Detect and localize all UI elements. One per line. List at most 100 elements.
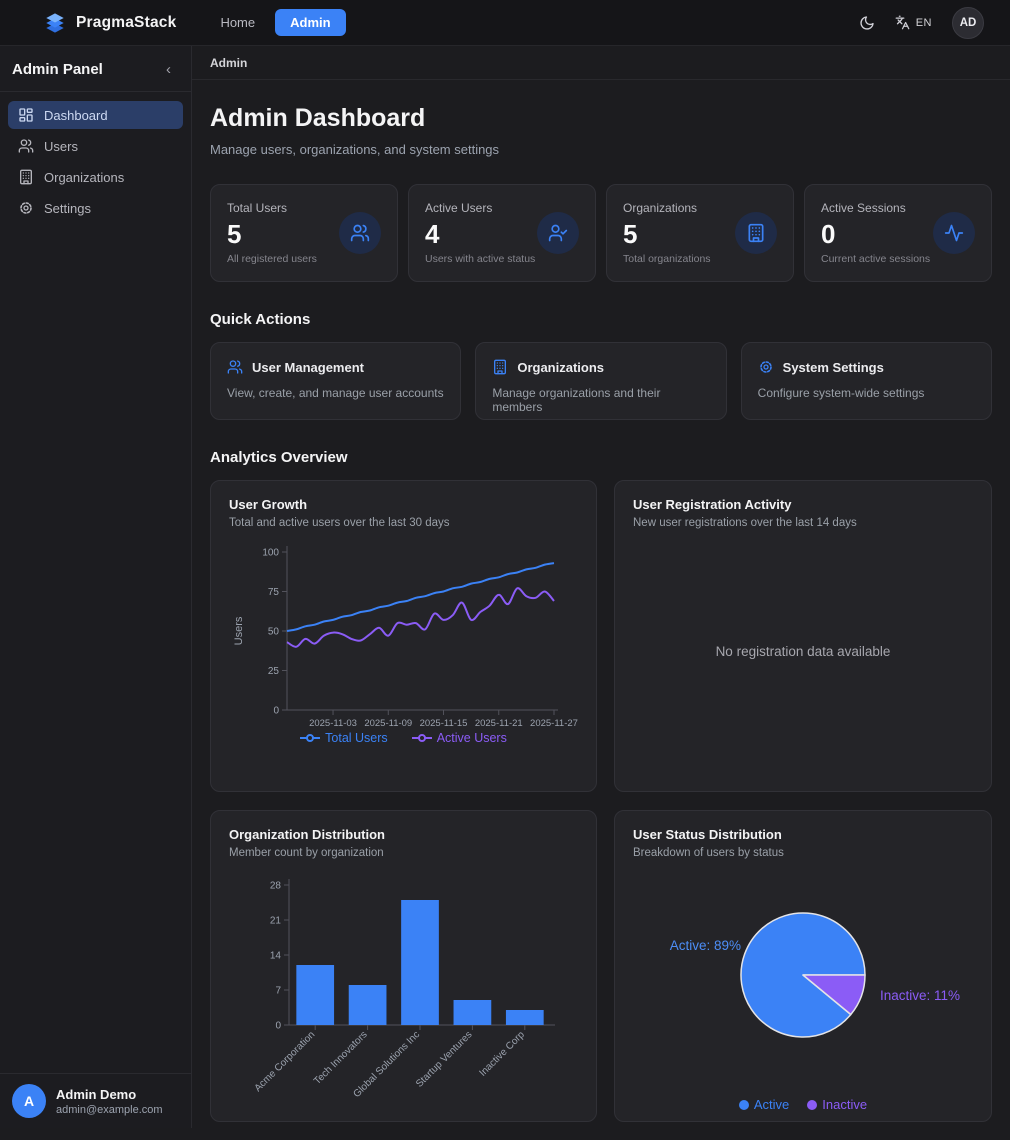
legend-item-active-users[interactable]: Active Users	[412, 731, 507, 745]
pie-label-active: Active: 89%	[633, 938, 741, 953]
stat-value: 5	[623, 220, 711, 249]
svg-text:Startup Ventures: Startup Ventures	[414, 1029, 474, 1089]
stat-label: Active Sessions	[821, 201, 930, 215]
user-menu-avatar[interactable]: AD	[952, 7, 984, 39]
sidebar-item-organizations[interactable]: Organizations	[8, 163, 183, 191]
analytics-heading: Analytics Overview	[210, 449, 992, 466]
breadcrumb: Admin	[192, 46, 1010, 80]
svg-text:Tech Innovators: Tech Innovators	[312, 1029, 370, 1087]
chart-title: User Growth	[229, 497, 578, 512]
svg-text:Inactive Corp: Inactive Corp	[477, 1029, 527, 1079]
stat-card-total-users: Total Users 5 All registered users	[210, 184, 398, 282]
svg-text:2025-11-21: 2025-11-21	[475, 718, 523, 727]
action-description: Manage organizations and their members	[492, 386, 709, 414]
legend-item-total-users[interactable]: Total Users	[300, 731, 388, 745]
quick-actions-grid: User Management View, create, and manage…	[210, 342, 992, 420]
svg-text:25: 25	[268, 666, 280, 677]
line-chart-svg: 02550751002025-11-032025-11-092025-11-15…	[229, 535, 578, 727]
top-navbar: PragmaStack Home Admin EN AD	[0, 0, 1010, 46]
chart-subtitle: Breakdown of users by status	[633, 847, 973, 859]
svg-text:100: 100	[262, 548, 279, 559]
sidebar-user-card[interactable]: A Admin Demo admin@example.com	[0, 1073, 191, 1128]
page-subtitle: Manage users, organizations, and system …	[210, 142, 992, 157]
pie-chart-legend: Active Inactive	[633, 1097, 973, 1112]
sidebar-item-label: Settings	[44, 201, 91, 216]
svg-text:2025-11-03: 2025-11-03	[309, 718, 357, 727]
chart-card-user-status: User Status Distribution Breakdown of us…	[614, 810, 992, 1122]
svg-text:14: 14	[270, 951, 282, 962]
user-growth-chart: 02550751002025-11-032025-11-092025-11-15…	[229, 535, 578, 727]
action-description: Configure system-wide settings	[758, 386, 975, 400]
stat-card-active-users: Active Users 4 Users with active status	[408, 184, 596, 282]
pie-chart-svg	[717, 889, 889, 1061]
gear-icon	[18, 200, 34, 216]
legend-item-active[interactable]: Active	[739, 1097, 789, 1112]
nav-link-home[interactable]: Home	[210, 9, 265, 36]
svg-text:0: 0	[273, 706, 279, 717]
building-icon	[735, 212, 777, 254]
sidebar-title: Admin Panel	[12, 61, 103, 78]
sidebar-collapse-button[interactable]: ‹	[160, 61, 177, 78]
legend-item-inactive[interactable]: Inactive	[807, 1097, 867, 1112]
stats-grid: Total Users 5 All registered users Activ…	[210, 184, 992, 282]
brand-name: PragmaStack	[76, 14, 176, 32]
sidebar-item-users[interactable]: Users	[8, 132, 183, 160]
action-title: User Management	[252, 360, 364, 375]
breadcrumb-admin[interactable]: Admin	[210, 56, 247, 70]
users-icon	[339, 212, 381, 254]
brand[interactable]: PragmaStack	[44, 12, 176, 34]
chart-subtitle: Member count by organization	[229, 847, 578, 859]
pie-label-inactive: Inactive: 11%	[880, 988, 960, 1003]
stat-description: Current active sessions	[821, 253, 930, 265]
svg-text:2025-11-09: 2025-11-09	[364, 718, 412, 727]
building-icon	[492, 359, 508, 375]
layers-logo-icon	[44, 12, 66, 34]
activity-icon	[933, 212, 975, 254]
navbar-actions: EN AD	[859, 7, 984, 39]
language-switcher[interactable]: EN	[895, 15, 932, 30]
svg-text:2025-11-15: 2025-11-15	[420, 718, 468, 727]
action-title: Organizations	[517, 360, 604, 375]
line-chart-legend: Total Users Active Users	[229, 731, 578, 745]
moon-icon	[859, 15, 875, 31]
theme-toggle-button[interactable]	[859, 15, 875, 31]
chart-subtitle: Total and active users over the last 30 …	[229, 517, 578, 529]
action-card-system-settings[interactable]: System Settings Configure system-wide se…	[741, 342, 992, 420]
line-marker-icon	[412, 733, 432, 743]
avatar: A	[12, 1084, 46, 1118]
nav-link-admin[interactable]: Admin	[275, 9, 345, 36]
stat-label: Total Users	[227, 201, 317, 215]
action-card-user-management[interactable]: User Management View, create, and manage…	[210, 342, 461, 420]
sidebar-item-label: Users	[44, 139, 78, 154]
chart-card-user-registration: User Registration Activity New user regi…	[614, 480, 992, 792]
stat-card-organizations: Organizations 5 Total organizations	[606, 184, 794, 282]
building-icon	[18, 169, 34, 185]
chart-title: User Registration Activity	[633, 497, 973, 512]
stat-description: Total organizations	[623, 253, 711, 265]
quick-actions-heading: Quick Actions	[210, 311, 992, 328]
chart-title: User Status Distribution	[633, 827, 973, 842]
nav-links: Home Admin	[210, 9, 345, 36]
sidebar-user-email: admin@example.com	[56, 1104, 163, 1116]
user-check-icon	[537, 212, 579, 254]
users-icon	[18, 138, 34, 154]
bar-chart-svg: 07142128Acme CorporationTech InnovatorsG…	[229, 865, 578, 1105]
action-card-organizations[interactable]: Organizations Manage organizations and t…	[475, 342, 726, 420]
dot-icon	[807, 1100, 817, 1110]
sidebar-nav: Dashboard Users Organiza	[0, 92, 191, 1073]
sidebar-item-settings[interactable]: Settings	[8, 194, 183, 222]
page-title: Admin Dashboard	[210, 104, 992, 133]
action-description: View, create, and manage user accounts	[227, 386, 444, 400]
chart-title: Organization Distribution	[229, 827, 578, 842]
gear-icon	[758, 359, 774, 375]
stat-description: Users with active status	[425, 253, 535, 265]
svg-text:75: 75	[268, 587, 280, 598]
svg-text:21: 21	[270, 916, 282, 927]
svg-text:Acme Corporation: Acme Corporation	[253, 1029, 318, 1094]
main-content: Admin Admin Dashboard Manage users, orga…	[192, 46, 1010, 1128]
sidebar-item-dashboard[interactable]: Dashboard	[8, 101, 183, 129]
sidebar-item-label: Dashboard	[44, 108, 108, 123]
chart-subtitle: New user registrations over the last 14 …	[633, 517, 973, 529]
svg-text:28: 28	[270, 881, 282, 892]
stat-label: Organizations	[623, 201, 711, 215]
